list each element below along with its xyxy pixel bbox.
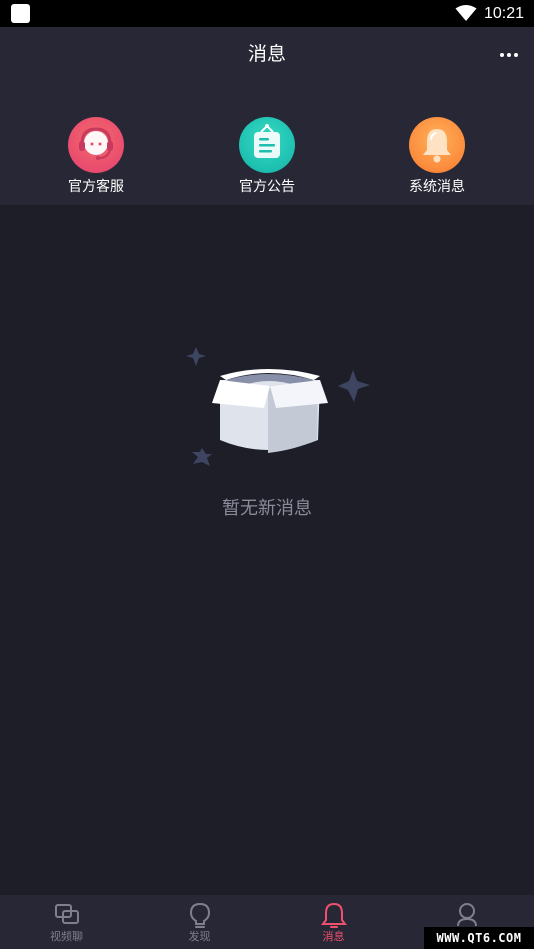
category-system-messages[interactable]: 系统消息	[377, 117, 497, 197]
more-dot-icon	[514, 53, 518, 57]
category-label: 官方公告	[239, 178, 295, 194]
status-time: 10:21	[484, 5, 525, 22]
category-official-notice[interactable]: 官方公告	[207, 117, 327, 197]
notice-board-icon	[239, 117, 295, 173]
user-icon	[457, 903, 477, 927]
empty-state: 暂无新消息	[0, 330, 534, 530]
bell-icon	[321, 902, 347, 928]
nav-item-messages[interactable]: 消息	[267, 895, 400, 949]
watermark: WWW.QT6.COM	[424, 927, 534, 949]
more-dot-icon	[507, 53, 511, 57]
category-label: 系统消息	[409, 178, 465, 194]
nav-label: 发现	[188, 931, 211, 943]
nav-label: 视频聊	[50, 931, 83, 943]
more-options-button[interactable]	[494, 43, 524, 67]
nav-item-video-chat[interactable]: 视频聊	[0, 895, 133, 949]
messages-screen: 10:21 消息 官方客服 官方公告 系统消息 暂无新消息 视频聊 发现 消息 …	[0, 0, 534, 949]
message-categories: 官方客服 官方公告 系统消息	[0, 117, 534, 197]
wifi-icon	[455, 5, 477, 21]
page-title: 消息	[247, 44, 286, 65]
nav-label: 消息	[322, 931, 345, 943]
empty-box-icon	[186, 347, 370, 466]
headset-icon	[68, 117, 124, 173]
bell-icon	[409, 117, 465, 173]
nav-item-discover[interactable]: 发现	[133, 895, 266, 949]
more-dot-icon	[500, 53, 504, 57]
header: 消息 官方客服 官方公告 系统消息	[0, 27, 534, 205]
lightbulb-icon	[189, 902, 211, 928]
video-chat-icon	[55, 904, 79, 924]
category-official-service[interactable]: 官方客服	[36, 117, 156, 197]
empty-state-text: 暂无新消息	[222, 498, 312, 518]
app-notification-icon	[11, 4, 30, 23]
category-label: 官方客服	[68, 178, 124, 194]
status-bar: 10:21	[0, 0, 534, 27]
